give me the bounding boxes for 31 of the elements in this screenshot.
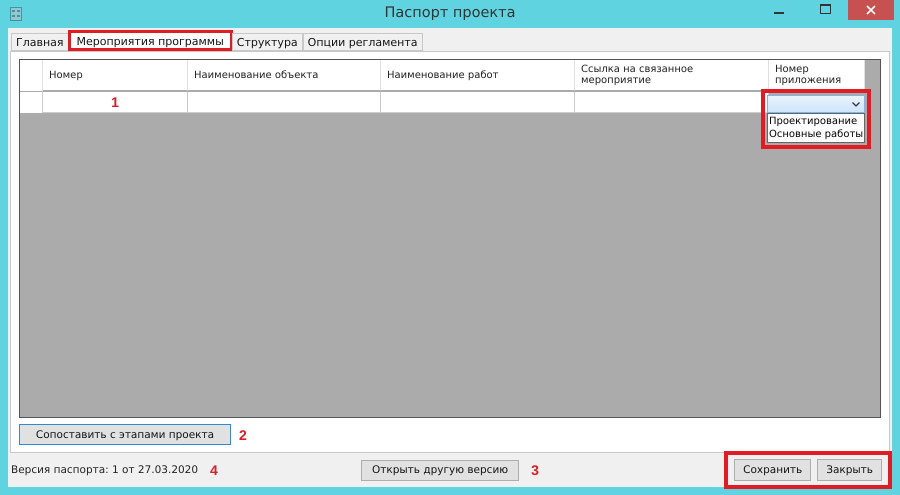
annotation-number: 2 [239, 426, 247, 442]
dropdown-field[interactable] [767, 95, 865, 113]
row-header[interactable] [20, 92, 43, 113]
match-button[interactable]: Сопоставить с этапами проекта [19, 424, 231, 445]
app-icon [10, 7, 22, 21]
tab[interactable]: Опции регламента [302, 33, 423, 51]
annotation-number: 4 [210, 462, 218, 478]
table-cell[interactable] [188, 92, 381, 113]
column-header[interactable]: Ссылка на связанное мероприятие [575, 60, 769, 91]
dropdown-option[interactable]: Основные работы [769, 128, 863, 141]
column-header[interactable]: Номер [43, 60, 188, 91]
tab[interactable]: Мероприятия программы [68, 30, 233, 51]
annotation-number: 3 [531, 462, 539, 478]
close-button[interactable]: Закрыть [817, 459, 882, 481]
close-icon[interactable] [848, 0, 894, 20]
column-header[interactable]: Наименование объекта [188, 60, 381, 91]
table-cell[interactable]: 1 [43, 92, 188, 113]
dropdown-option[interactable]: Проектирование [769, 115, 863, 128]
table-cell[interactable] [575, 92, 769, 113]
column-header[interactable]: Наименование работ [381, 60, 575, 91]
chevron-down-icon [852, 102, 860, 106]
window-title: Паспорт проекта [384, 5, 516, 21]
annotation-number: 1 [111, 94, 119, 112]
grid-corner[interactable] [20, 60, 43, 92]
tab[interactable]: Структура [232, 33, 303, 51]
open-version-button[interactable]: Открыть другую версию [361, 460, 520, 480]
table-cell[interactable] [381, 92, 575, 113]
tab[interactable]: Главная [11, 33, 69, 51]
save-button[interactable]: Сохранить [734, 459, 812, 481]
version-label: Версия паспорта: 1 от 27.03.2020 [11, 464, 198, 476]
column-header[interactable]: Номер приложения [769, 60, 865, 91]
